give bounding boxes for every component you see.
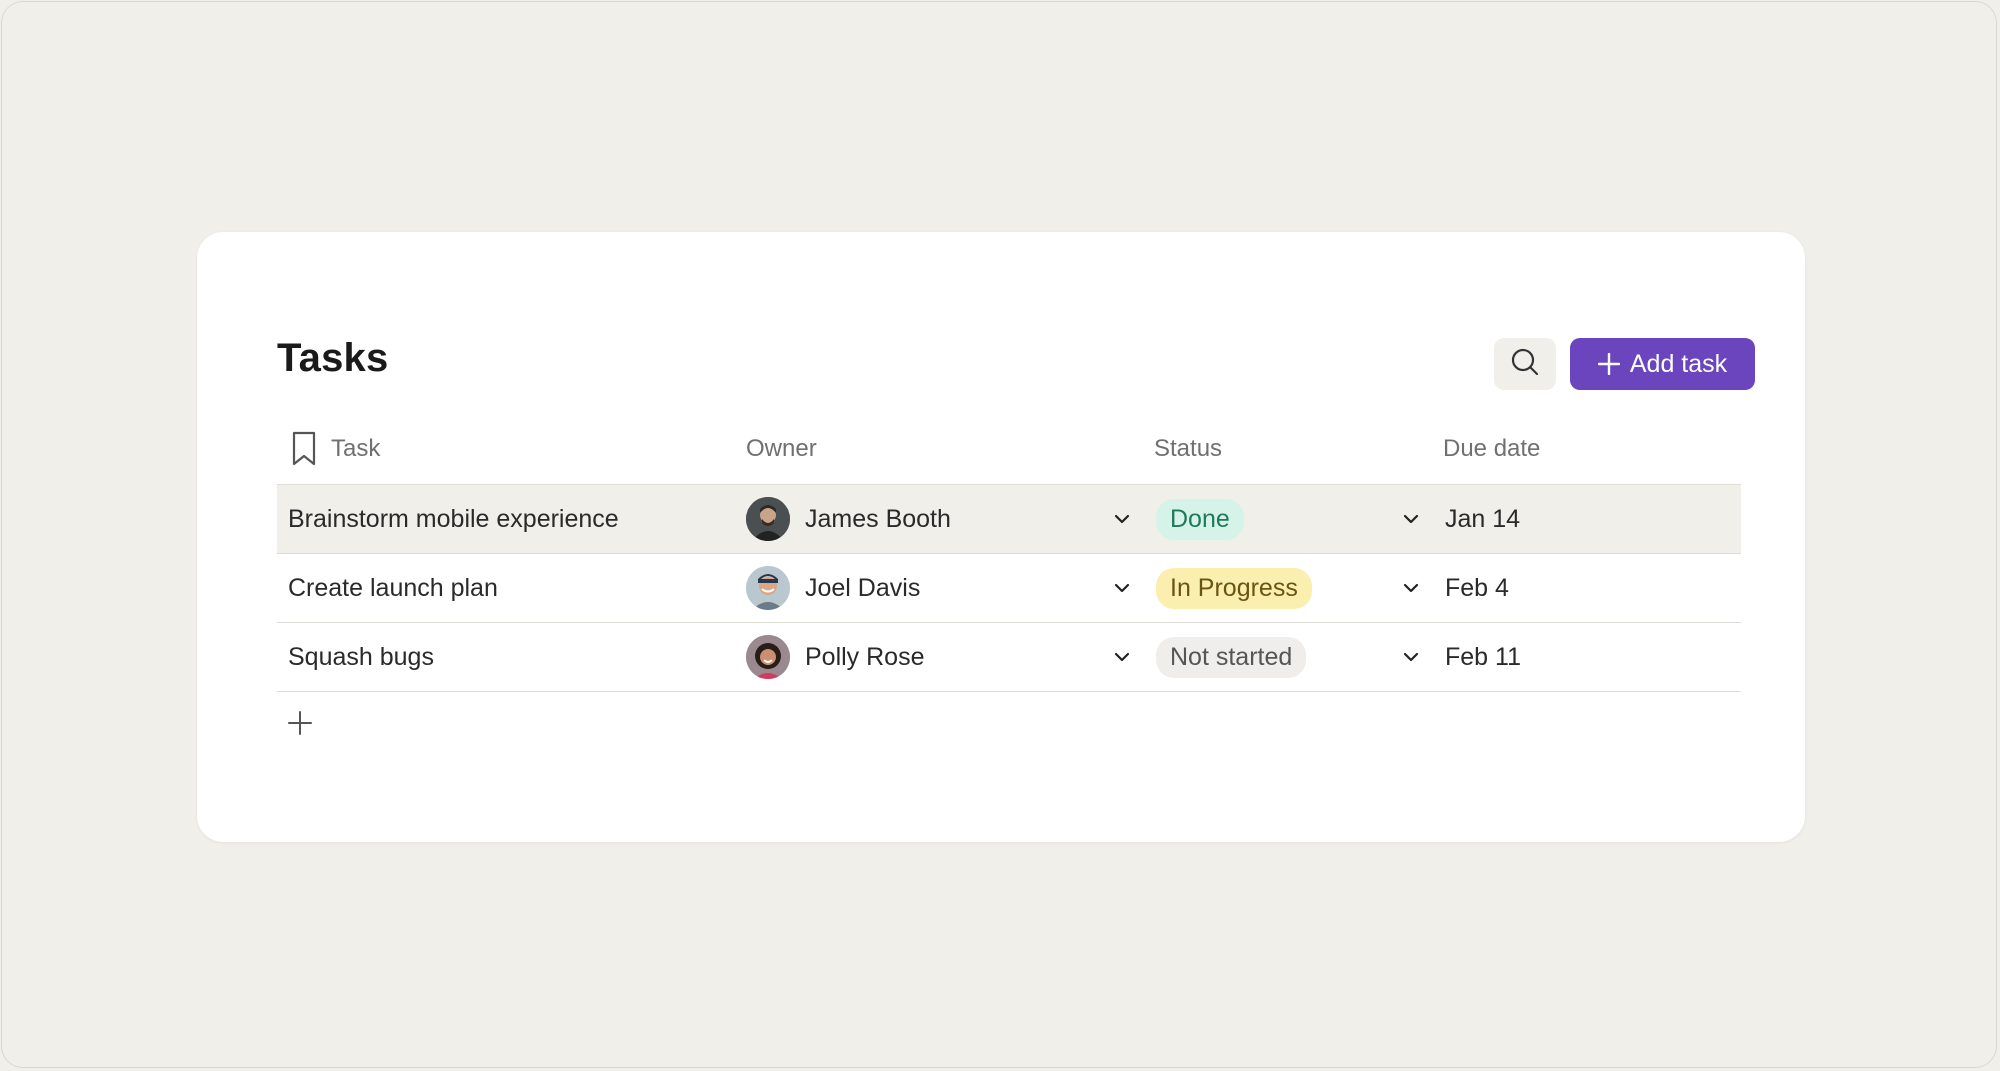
task-name[interactable]: Squash bugs (288, 623, 434, 691)
owner-cell[interactable]: Polly Rose (746, 623, 925, 691)
avatar (746, 497, 790, 541)
chevron-down-icon[interactable] (1114, 554, 1130, 622)
tasks-card: Tasks Add task Task Owner Status Due dat… (197, 232, 1805, 842)
column-header-status[interactable]: Status (1154, 414, 1222, 484)
owner-cell[interactable]: James Booth (746, 485, 951, 553)
status-cell[interactable]: Done (1156, 485, 1244, 553)
status-cell[interactable]: Not started (1156, 623, 1307, 691)
bookmark-icon (291, 431, 317, 467)
table-row[interactable]: Brainstorm mobile experience James Booth (277, 484, 1741, 554)
status-cell[interactable]: In Progress (1156, 554, 1312, 622)
avatar (746, 635, 790, 679)
task-name[interactable]: Create launch plan (288, 554, 498, 622)
page-title: Tasks (277, 336, 389, 380)
chevron-down-icon[interactable] (1403, 554, 1419, 622)
chevron-down-icon[interactable] (1114, 623, 1130, 691)
column-header-owner[interactable]: Owner (746, 414, 817, 484)
table-row[interactable]: Squash bugs Polly Rose Not started Feb 1… (277, 623, 1741, 692)
chevron-down-icon[interactable] (1114, 485, 1130, 553)
column-header-due-date[interactable]: Due date (1443, 414, 1540, 484)
plus-icon[interactable] (287, 710, 313, 741)
due-date[interactable]: Feb 4 (1445, 554, 1509, 622)
tasks-table: Task Owner Status Due date Brainstorm mo… (277, 414, 1741, 758)
owner-name: Joel Davis (805, 573, 921, 602)
status-badge: Done (1156, 498, 1244, 540)
column-header-task[interactable]: Task (291, 414, 380, 484)
avatar (746, 566, 790, 610)
search-icon (1510, 347, 1540, 382)
task-name[interactable]: Brainstorm mobile experience (288, 485, 619, 553)
table-row[interactable]: Create launch plan Joel Davis In Progres… (277, 554, 1741, 623)
status-badge: Not started (1156, 636, 1307, 678)
owner-name: Polly Rose (805, 642, 925, 671)
due-date[interactable]: Feb 11 (1445, 623, 1521, 691)
chevron-down-icon[interactable] (1403, 623, 1419, 691)
owner-name: James Booth (805, 504, 951, 533)
due-date[interactable]: Jan 14 (1445, 485, 1520, 553)
table-header: Task Owner Status Due date (277, 414, 1741, 484)
chevron-down-icon[interactable] (1403, 485, 1419, 553)
add-task-button[interactable]: Add task (1570, 338, 1755, 390)
status-badge: In Progress (1156, 567, 1312, 609)
owner-cell[interactable]: Joel Davis (746, 554, 920, 622)
add-row (277, 692, 1741, 758)
plus-icon (1597, 353, 1620, 375)
add-task-label: Add task (1629, 349, 1728, 378)
search-button[interactable] (1494, 338, 1556, 390)
